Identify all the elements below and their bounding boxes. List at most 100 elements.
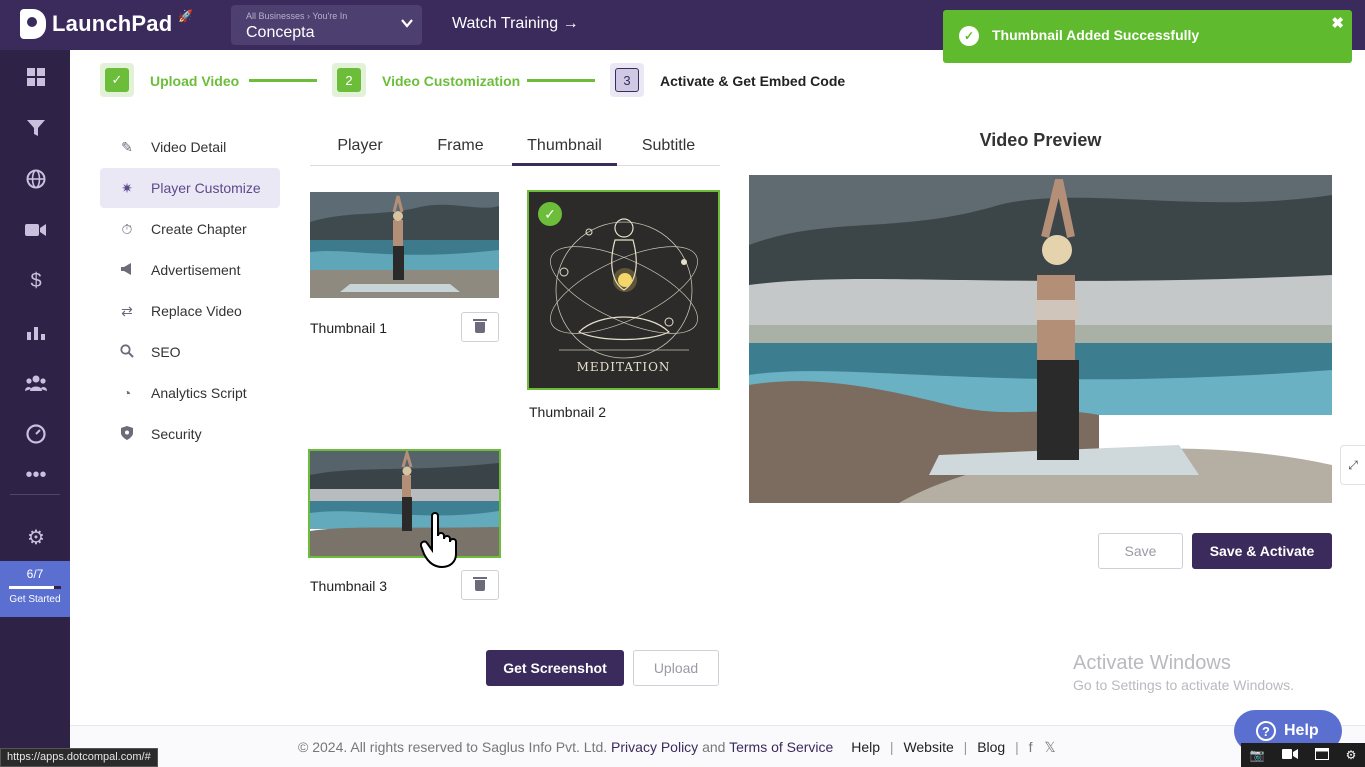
magnifier-icon: [118, 343, 136, 361]
more-icon[interactable]: •••: [22, 461, 50, 489]
thumbnail-1-image[interactable]: [310, 192, 499, 298]
footer-help-link[interactable]: Help: [851, 739, 880, 755]
footer-blog-link[interactable]: Blog: [977, 739, 1005, 755]
settings-gear-icon[interactable]: ⚙: [1346, 748, 1357, 762]
get-started-count: 6/7: [26, 567, 44, 581]
step-number: 3: [615, 68, 639, 92]
step-label-upload-video: Upload Video: [150, 73, 240, 89]
toast-message: Thumbnail Added Successfully: [992, 27, 1200, 43]
business-selector[interactable]: All Businesses › You're In Concepta: [231, 5, 422, 45]
step-label-video-customization: Video Customization: [382, 73, 521, 89]
chevron-down-icon: [400, 16, 414, 33]
subnav-label: Advertisement: [151, 262, 241, 278]
get-started-progress-bar: [9, 586, 61, 589]
subnav-video-detail[interactable]: ✎ Video Detail: [100, 127, 280, 167]
subnav-analytics-script[interactable]: ◔ Analytics Script: [100, 373, 280, 413]
step-video-customization[interactable]: 2: [332, 63, 366, 97]
progress-bar-fill: [9, 586, 54, 589]
users-icon[interactable]: [22, 369, 50, 397]
subnav-security[interactable]: Security: [100, 414, 280, 454]
tab-subtitle[interactable]: Subtitle: [617, 130, 720, 166]
dashboard-icon[interactable]: [22, 63, 50, 91]
delete-thumbnail-1-button[interactable]: [461, 312, 499, 342]
save-and-activate-button[interactable]: Save & Activate: [1192, 533, 1332, 569]
tab-frame[interactable]: Frame: [410, 130, 511, 166]
tab-thumbnail[interactable]: Thumbnail: [512, 130, 617, 166]
thumbnail-2-image[interactable]: ✓ MEDITATION: [527, 190, 720, 390]
wand-icon: ✷: [121, 179, 133, 196]
video-camera-icon[interactable]: [22, 216, 50, 244]
step-connector: [249, 79, 317, 82]
windows-activation-title: Activate Windows: [1073, 652, 1231, 674]
launchpad-logo-icon: [20, 9, 46, 39]
app-logo[interactable]: LaunchPad 🚀: [20, 9, 193, 39]
subnav-player-customize[interactable]: ✷ Player Customize: [100, 168, 280, 208]
checkmark-icon: ✓: [105, 68, 129, 92]
record-icon[interactable]: [1281, 748, 1298, 763]
edit-icon: ✎: [121, 138, 133, 155]
meditation-text: MEDITATION: [576, 360, 671, 374]
yoga-beach-image: [310, 192, 499, 298]
step-connector: [527, 79, 595, 82]
step-number: 2: [337, 68, 361, 92]
gauge-icon[interactable]: [22, 420, 50, 448]
help-button-label: Help: [1284, 722, 1319, 739]
trash-icon: [473, 318, 487, 333]
stopwatch-icon: ⏱: [121, 220, 133, 237]
video-preview-title: Video Preview: [979, 130, 1102, 150]
gear-icon[interactable]: ⚙: [22, 523, 50, 551]
thumbnail-2-label: Thumbnail 2: [529, 404, 607, 420]
step-label-activate: Activate & Get Embed Code: [660, 73, 846, 89]
chart-icon[interactable]: [22, 318, 50, 346]
and-text: and: [702, 739, 726, 755]
check-circle-icon: ✓: [959, 26, 979, 46]
globe-icon[interactable]: [22, 165, 50, 193]
delete-thumbnail-3-button[interactable]: [461, 570, 499, 600]
expand-side-panel-icon[interactable]: ⤢: [1340, 445, 1365, 485]
customize-tabs: Player Frame Thumbnail Subtitle: [310, 130, 720, 166]
subnav-seo[interactable]: SEO: [100, 332, 280, 372]
footer-text: © 2024. All rights reserved to Saglus In…: [298, 739, 1056, 756]
camera-icon[interactable]: 📷: [1250, 748, 1265, 762]
shield-icon: [118, 425, 136, 443]
subnav-replace-video[interactable]: ⇄ Replace Video: [100, 291, 280, 331]
capture-tray: 📷 ⚙: [1241, 743, 1365, 767]
page-footer: © 2024. All rights reserved to Saglus In…: [70, 725, 1365, 767]
footer-separator: |: [963, 739, 968, 755]
save-button[interactable]: Save: [1098, 533, 1183, 569]
get-screenshot-button[interactable]: Get Screenshot: [486, 650, 624, 686]
success-toast: ✓ Thumbnail Added Successfully ✖: [943, 10, 1352, 63]
business-name: Concepta: [246, 24, 315, 41]
subnav-label: SEO: [151, 344, 181, 360]
step-upload-video[interactable]: ✓: [100, 63, 134, 97]
swap-icon: ⇄: [121, 302, 133, 319]
app-name: LaunchPad: [52, 11, 173, 36]
close-icon[interactable]: ✖: [1331, 14, 1344, 32]
funnel-icon[interactable]: [22, 114, 50, 142]
get-started-progress[interactable]: 6/7 Get Started: [0, 561, 70, 617]
windows-activation-subtitle: Go to Settings to activate Windows.: [1073, 677, 1294, 693]
subnav-advertisement[interactable]: Advertisement: [100, 250, 280, 290]
tab-player[interactable]: Player: [310, 130, 410, 166]
facebook-icon[interactable]: f: [1029, 739, 1033, 755]
terms-of-service-link[interactable]: Terms of Service: [729, 739, 833, 755]
privacy-policy-link[interactable]: Privacy Policy: [611, 739, 698, 755]
pie-chart-icon: ◔: [122, 385, 132, 401]
rail-divider: [10, 494, 60, 495]
upload-button[interactable]: Upload: [633, 650, 719, 686]
thumbnail-3-image[interactable]: [308, 449, 501, 558]
video-preview-player[interactable]: [749, 175, 1332, 503]
window-icon[interactable]: [1314, 747, 1329, 763]
footer-website-link[interactable]: Website: [903, 739, 953, 755]
dollar-icon[interactable]: $: [22, 267, 50, 295]
get-started-label: Get Started: [9, 594, 61, 605]
watch-training-link[interactable]: Watch Training →: [452, 15, 579, 33]
step-activate[interactable]: 3: [610, 63, 644, 97]
subnav-label: Player Customize: [151, 180, 261, 196]
megaphone-icon: [118, 262, 136, 278]
left-rail: $ ••• ⚙ 6/7 Get Started: [0, 50, 70, 767]
copyright-text: © 2024. All rights reserved to Saglus In…: [298, 739, 608, 755]
subnav-create-chapter[interactable]: ⏱ Create Chapter: [100, 209, 280, 249]
footer-separator: |: [889, 739, 894, 755]
x-twitter-icon[interactable]: 𝕏: [1044, 739, 1055, 755]
